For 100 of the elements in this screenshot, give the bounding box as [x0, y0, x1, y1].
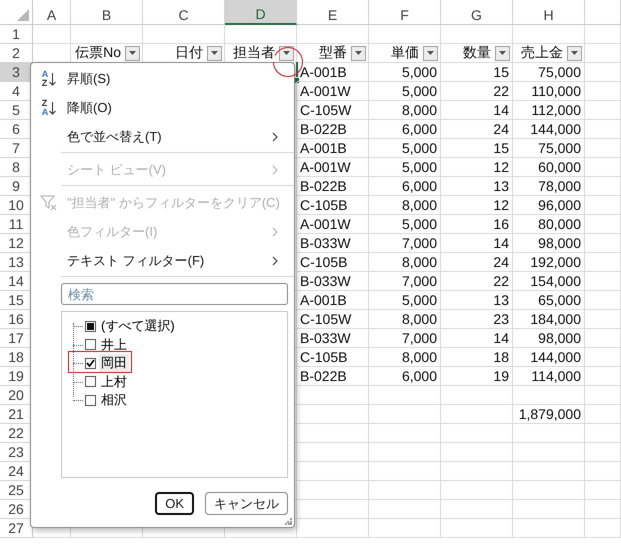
table-cell[interactable]: 96,000: [513, 196, 585, 215]
table-cell[interactable]: [441, 462, 513, 481]
table-cell[interactable]: B-022B: [297, 367, 369, 386]
table-cell[interactable]: [513, 462, 585, 481]
row-header[interactable]: 2: [0, 44, 33, 63]
table-cell[interactable]: [585, 424, 621, 443]
filter-dropdown-button[interactable]: [207, 46, 222, 60]
table-cell[interactable]: 7,000: [369, 329, 441, 348]
table-cell[interactable]: [585, 462, 621, 481]
table-cell[interactable]: 15: [441, 63, 513, 82]
table-cell[interactable]: [369, 500, 441, 519]
table-cell[interactable]: [297, 500, 369, 519]
table-cell[interactable]: [441, 481, 513, 500]
table-cell[interactable]: 75,000: [513, 139, 585, 158]
menu-item[interactable]: Z A 降順(O): [31, 93, 294, 122]
select-all-button[interactable]: [0, 0, 33, 25]
table-cell[interactable]: [585, 386, 621, 405]
table-cell[interactable]: 114,000: [513, 367, 585, 386]
table-cell[interactable]: 14: [441, 234, 513, 253]
table-cell[interactable]: 16: [441, 215, 513, 234]
cancel-button[interactable]: キャンセル: [205, 492, 288, 515]
table-cell[interactable]: [585, 272, 621, 291]
column-header[interactable]: F: [369, 0, 441, 25]
table-cell[interactable]: 8,000: [369, 253, 441, 272]
row-header[interactable]: 1: [0, 25, 33, 44]
table-cell[interactable]: 8,000: [369, 310, 441, 329]
checkbox[interactable]: [85, 339, 96, 350]
column-header[interactable]: G: [441, 0, 513, 25]
table-cell[interactable]: [297, 443, 369, 462]
column-header[interactable]: [585, 0, 621, 25]
table-cell[interactable]: [585, 82, 621, 101]
table-cell[interactable]: [369, 424, 441, 443]
checkbox[interactable]: [85, 394, 96, 406]
table-cell[interactable]: 7,000: [369, 272, 441, 291]
table-cell[interactable]: [585, 196, 621, 215]
table-cell[interactable]: [297, 481, 369, 500]
column-header[interactable]: B: [71, 0, 143, 25]
resize-grip-icon[interactable]: [285, 518, 292, 525]
filter-dropdown-button[interactable]: [279, 46, 294, 60]
table-cell[interactable]: C-105B: [297, 196, 369, 215]
table-cell[interactable]: [585, 329, 621, 348]
table-cell[interactable]: 22: [441, 272, 513, 291]
table-cell[interactable]: 144,000: [513, 348, 585, 367]
table-cell[interactable]: 5,000: [369, 82, 441, 101]
table-cell[interactable]: 8,000: [369, 348, 441, 367]
table-cell[interactable]: [585, 158, 621, 177]
table-cell[interactable]: [513, 519, 585, 538]
filter-dropdown-button[interactable]: [495, 46, 510, 60]
table-cell[interactable]: A-001W: [297, 215, 369, 234]
table-cell[interactable]: C-105B: [297, 348, 369, 367]
table-cell[interactable]: [585, 500, 621, 519]
table-cell[interactable]: [441, 443, 513, 462]
table-cell[interactable]: 65,000: [513, 291, 585, 310]
table-cell[interactable]: [585, 310, 621, 329]
column-header[interactable]: E: [297, 0, 369, 25]
table-cell[interactable]: 8,000: [369, 101, 441, 120]
table-cell[interactable]: [585, 44, 621, 63]
filter-dropdown-button[interactable]: [351, 46, 366, 60]
table-cell[interactable]: [297, 424, 369, 443]
table-cell[interactable]: 154,000: [513, 272, 585, 291]
checkbox[interactable]: [85, 376, 96, 388]
table-cell[interactable]: B-033W: [297, 329, 369, 348]
table-cell[interactable]: 売上金: [513, 44, 585, 63]
column-header[interactable]: H: [513, 0, 585, 25]
table-cell[interactable]: [441, 500, 513, 519]
table-cell[interactable]: 型番: [297, 44, 369, 63]
table-cell[interactable]: 5,000: [369, 215, 441, 234]
table-cell[interactable]: [297, 405, 369, 424]
table-cell[interactable]: [513, 424, 585, 443]
table-cell[interactable]: [297, 519, 369, 538]
ok-button[interactable]: OK: [155, 492, 194, 515]
table-cell[interactable]: 75,000: [513, 63, 585, 82]
table-cell[interactable]: 14: [441, 101, 513, 120]
table-cell[interactable]: 単価: [369, 44, 441, 63]
table-cell[interactable]: A-001B: [297, 291, 369, 310]
table-cell[interactable]: 6,000: [369, 120, 441, 139]
table-cell[interactable]: [33, 25, 71, 44]
table-cell[interactable]: [585, 215, 621, 234]
table-cell[interactable]: 144,000: [513, 120, 585, 139]
table-cell[interactable]: [585, 139, 621, 158]
table-cell[interactable]: [585, 25, 621, 44]
column-header[interactable]: A: [33, 0, 71, 25]
table-cell[interactable]: [585, 177, 621, 196]
filter-dropdown-button[interactable]: [125, 46, 140, 60]
table-cell[interactable]: 8,000: [369, 196, 441, 215]
table-cell[interactable]: [513, 500, 585, 519]
table-cell[interactable]: A-001B: [297, 139, 369, 158]
column-header[interactable]: D: [225, 0, 297, 25]
value-label[interactable]: 井上: [99, 336, 129, 354]
table-cell[interactable]: 80,000: [513, 215, 585, 234]
table-cell[interactable]: A-001B: [297, 63, 369, 82]
table-cell[interactable]: [369, 462, 441, 481]
table-cell[interactable]: 23: [441, 310, 513, 329]
table-cell[interactable]: [585, 405, 621, 424]
table-cell[interactable]: [369, 481, 441, 500]
table-cell[interactable]: 12: [441, 196, 513, 215]
table-cell[interactable]: 5,000: [369, 139, 441, 158]
table-cell[interactable]: 6,000: [369, 177, 441, 196]
table-cell[interactable]: 14: [441, 329, 513, 348]
table-cell[interactable]: [585, 234, 621, 253]
